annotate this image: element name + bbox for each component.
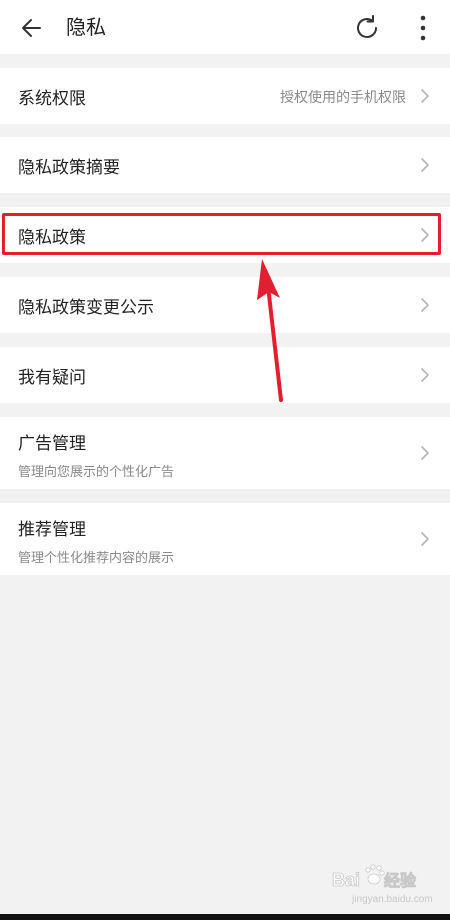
list-item-privacy-summary[interactable]: 隐私政策摘要 [0, 137, 450, 193]
highlight-box [2, 213, 441, 255]
item-subtitle: 管理个性化推荐内容的展示 [18, 551, 175, 566]
item-subtitle: 管理向您展示的个性化广告 [18, 465, 175, 480]
navigation-bar [0, 914, 450, 920]
svg-text:经验: 经验 [384, 871, 417, 890]
item-title: 系统权限 [18, 89, 86, 109]
item-value: 授权使用的手机权限 [280, 90, 406, 106]
list-item-recommendation-management[interactable]: 推荐管理 管理个性化推荐内容的展示 [0, 503, 450, 575]
arrow-left-icon [22, 19, 41, 37]
chevron-right-icon [421, 158, 429, 172]
list-item-system-permissions[interactable]: 系统权限 授权使用的手机权限 [0, 68, 450, 124]
item-title: 隐私政策摘要 [18, 158, 120, 178]
item-title: 推荐管理 [18, 520, 86, 540]
svg-text:jingyan.baidu.com: jingyan.baidu.com [351, 894, 433, 905]
chevron-right-icon [421, 89, 429, 103]
refresh-icon [357, 15, 377, 38]
item-title: 广告管理 [18, 434, 86, 454]
list-item-policy-change-notice[interactable]: 隐私政策变更公示 [0, 277, 450, 333]
privacy-settings-screen: 隐私 系统权限 授权使用的手机权限 隐私政策摘要 隐私政策 隐私政策变更公示 我… [0, 0, 450, 920]
chevron-right-icon [421, 532, 429, 546]
chevron-right-icon [421, 446, 429, 460]
list-item-ad-management[interactable]: 广告管理 管理向您展示的个性化广告 [0, 417, 450, 489]
back-button[interactable] [18, 14, 46, 42]
page-title: 隐私 [66, 15, 106, 39]
svg-text:Bai: Bai [332, 870, 360, 890]
more-options-button[interactable] [410, 13, 436, 43]
item-title: 隐私政策变更公示 [18, 298, 154, 318]
chevron-right-icon [421, 298, 429, 312]
chevron-right-icon [421, 368, 429, 382]
item-title: 我有疑问 [18, 368, 86, 388]
top-bar: 隐私 [0, 0, 450, 54]
baidu-jingyan-watermark: Bai 经验 jingyan.baidu.com [332, 864, 433, 905]
more-vertical-icon [420, 15, 426, 41]
list-item-questions[interactable]: 我有疑问 [0, 347, 450, 403]
refresh-button[interactable] [352, 13, 382, 43]
annotation-arrow [257, 259, 283, 402]
